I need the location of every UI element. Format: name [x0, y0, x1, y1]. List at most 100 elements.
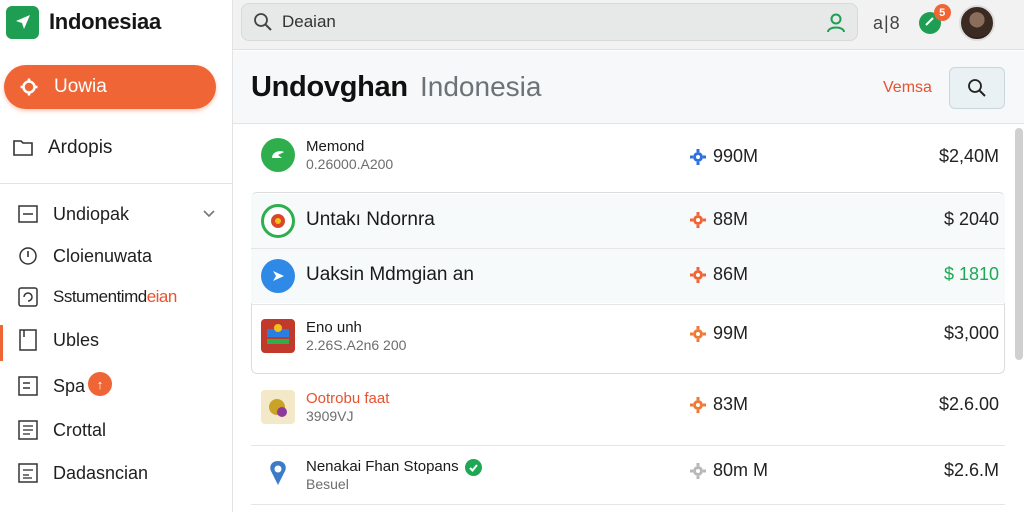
gear-icon: [690, 211, 706, 228]
sidebar: Indonesiaa Uowia Ardopis Undiopak Cloien…: [0, 0, 233, 512]
item-subtitle: 3909VJ: [306, 408, 354, 424]
sidebar-item-dadasncian[interactable]: Dadasncian: [0, 455, 232, 491]
header-link[interactable]: Vemsa: [883, 79, 932, 97]
gear-icon: [690, 462, 706, 479]
app-icon: [261, 204, 295, 238]
item-metric: 990M: [689, 146, 758, 167]
item-metric-value: 99M: [713, 323, 749, 343]
item-metric: 80m M: [689, 460, 768, 481]
sidebar-item-cloienuwata[interactable]: Cloienuwata: [0, 238, 232, 274]
sidebar-item-label-highlight: eian: [146, 287, 178, 306]
app-window: Indonesiaa Uowia Ardopis Undiopak Cloien…: [0, 0, 1024, 512]
list-item[interactable]: Eno unh 2.26S.A2n6 200 99M $3,000: [251, 305, 1005, 373]
item-price: $ 1810: [943, 264, 999, 284]
list-item[interactable]: Uaksin Mdmgian an 86M $ 1810: [251, 249, 1005, 303]
sidebar-item-undiopak[interactable]: Undiopak: [0, 196, 232, 232]
item-price: $3,000: [943, 323, 999, 343]
primary-action-label: Uowia: [54, 76, 107, 97]
chart-icon: [17, 462, 39, 484]
chevron-down-icon[interactable]: [202, 205, 216, 226]
search-input[interactable]: Deaian: [241, 3, 858, 41]
list-item[interactable]: Untakı Ndornra 88M $ 2040: [251, 194, 1005, 248]
app-icon: [261, 390, 295, 424]
sidebar-item-label: Crottal: [53, 419, 107, 440]
folder-icon: [12, 137, 34, 159]
sidebar-item-ardopis[interactable]: Ardopis: [12, 137, 112, 159]
item-name: Uaksin Mdmgian an: [306, 264, 474, 285]
item-metric: 83M: [689, 394, 748, 415]
sidebar-divider: [0, 183, 232, 184]
primary-action-button[interactable]: Uowia: [4, 65, 216, 109]
gear-icon: [690, 266, 706, 283]
app-list: Memond 0.26000.A200 990M $2,40M Untakı N…: [233, 124, 1016, 512]
sidebar-item-label: Sstumentimdeian: [53, 287, 177, 307]
item-name: Untakı Ndornra: [306, 209, 435, 230]
app-icon: [261, 319, 295, 353]
brand[interactable]: Indonesiaa: [6, 4, 161, 40]
notifications-icon[interactable]: 5: [918, 4, 951, 34]
item-name: Ootrobu faat: [306, 390, 390, 407]
sidebar-item-label: Ubles: [53, 329, 100, 350]
sidebar-item-sstumentimdeian[interactable]: Sstumentimdeian: [0, 279, 232, 315]
page-subtitle: Indonesia: [420, 71, 542, 102]
gear-icon: [690, 396, 706, 413]
item-metric-value: 88M: [713, 209, 749, 229]
verified-check-icon: [464, 458, 482, 476]
item-metric-value: 86M: [713, 264, 749, 284]
item-subtitle: 0.26000.A200: [306, 156, 394, 172]
item-metric: 99M: [689, 323, 748, 344]
search-icon: [252, 11, 274, 33]
sidebar-item-spa[interactable]: Spa ↑: [0, 368, 232, 404]
item-metric: 88M: [689, 209, 748, 230]
sidebar-item-label: Spa: [53, 375, 86, 396]
item-name: Nenakai Fhan Stopans: [306, 458, 482, 476]
page-header: Undovghan Indonesia Vemsa: [233, 51, 1024, 124]
app-name: Indonesiaa: [49, 9, 161, 34]
app-icon: [261, 138, 295, 172]
item-subtitle: 2.26S.A2n6 200: [306, 337, 407, 353]
avatar[interactable]: [958, 5, 995, 41]
navigation-arrow-icon: [6, 5, 39, 39]
row-divider: [251, 504, 1005, 505]
header-search-button[interactable]: [949, 67, 1005, 109]
scrollbar[interactable]: [1015, 128, 1023, 360]
document-icon: [17, 419, 39, 441]
item-name: Eno unh: [306, 319, 362, 336]
book-icon: [17, 329, 39, 351]
item-price: $2.6.00: [938, 394, 999, 414]
sidebar-item-label: Cloienuwata: [53, 245, 153, 266]
item-metric: 86M: [689, 264, 748, 285]
sidebar-item-label: Ardopis: [48, 137, 113, 158]
refresh-icon: [17, 286, 39, 308]
sidebar-item-label: Dadasncian: [53, 462, 149, 483]
item-subtitle: Besuel: [306, 476, 349, 492]
item-metric-value: 80m M: [713, 460, 769, 480]
item-name: Memond: [306, 138, 365, 155]
list-item[interactable]: Nenakai Fhan Stopans Besuel 80m M $2.6.M: [251, 446, 1005, 510]
item-name-text: Nenakai Fhan Stopans: [306, 458, 459, 475]
notifications-badge: 5: [933, 4, 951, 21]
app-icon: [261, 456, 295, 490]
page-title: Undovghan: [251, 71, 408, 103]
topbar: Deaian a|8 5: [233, 0, 1024, 50]
sidebar-item-crottal[interactable]: Crottal: [0, 412, 232, 448]
item-price: $2.6.M: [943, 460, 999, 480]
list-item[interactable]: Ootrobu faat 3909VJ 83M $2.6.00: [251, 378, 1005, 442]
sidebar-item-label: Undiopak: [53, 203, 130, 224]
sync-indicator[interactable]: a|8: [873, 13, 901, 34]
app-icon: [261, 259, 295, 293]
list-icon: [17, 375, 39, 397]
list-icon: [17, 203, 39, 225]
sidebar-item-ubles[interactable]: Ubles: [0, 322, 232, 361]
info-icon: [17, 245, 39, 267]
list-item[interactable]: Memond 0.26000.A200 990M $2,40M: [251, 124, 1005, 188]
notification-badge: ↑: [88, 372, 112, 396]
item-metric-value: 990M: [713, 146, 759, 166]
search-icon: [968, 79, 986, 97]
person-icon[interactable]: [825, 12, 847, 39]
gear-icon: [18, 76, 40, 98]
item-metric-value: 83M: [713, 394, 749, 414]
gear-icon: [690, 325, 706, 342]
item-price: $ 2040: [943, 209, 999, 229]
gear-icon: [690, 148, 706, 165]
